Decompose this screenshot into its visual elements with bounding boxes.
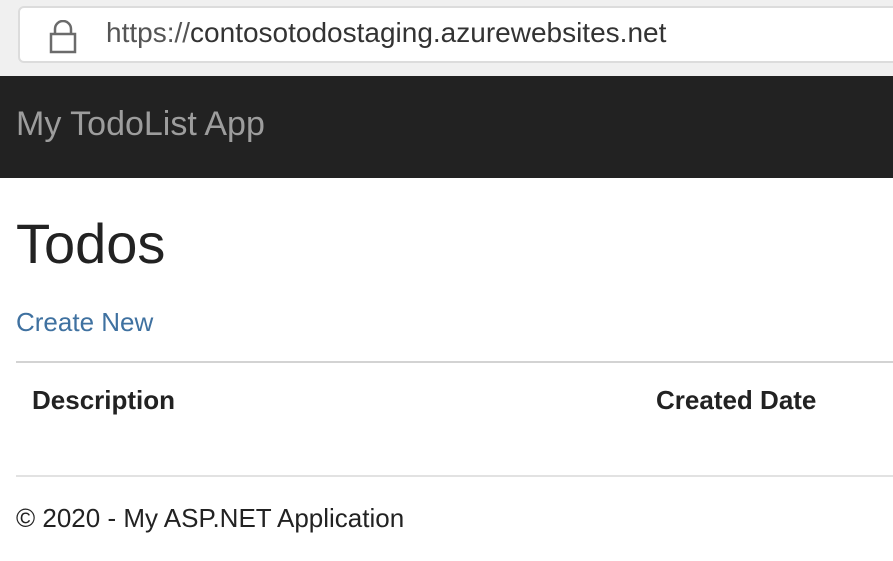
brand-link[interactable]: My TodoList App	[16, 105, 265, 144]
navbar: My TodoList App	[0, 76, 893, 178]
url-host: contosotodostaging.azurewebsites.net	[190, 17, 667, 48]
url-text[interactable]: https://contosotodostaging.azurewebsites…	[106, 17, 666, 49]
footer-divider	[16, 475, 893, 477]
browser-chrome: https://contosotodostaging.azurewebsites…	[0, 0, 893, 77]
lock-icon[interactable]	[48, 19, 78, 54]
create-new-link[interactable]: Create New	[16, 307, 153, 338]
table-divider	[16, 361, 893, 363]
url-scheme: https://	[106, 17, 191, 48]
column-header-description: Description	[32, 385, 176, 415]
footer-text: © 2020 - My ASP.NET Application	[16, 503, 405, 533]
page-title: Todos	[16, 212, 166, 275]
address-bar[interactable]: https://contosotodostaging.azurewebsites…	[18, 6, 893, 63]
column-header-created-date: Created Date	[656, 385, 817, 415]
